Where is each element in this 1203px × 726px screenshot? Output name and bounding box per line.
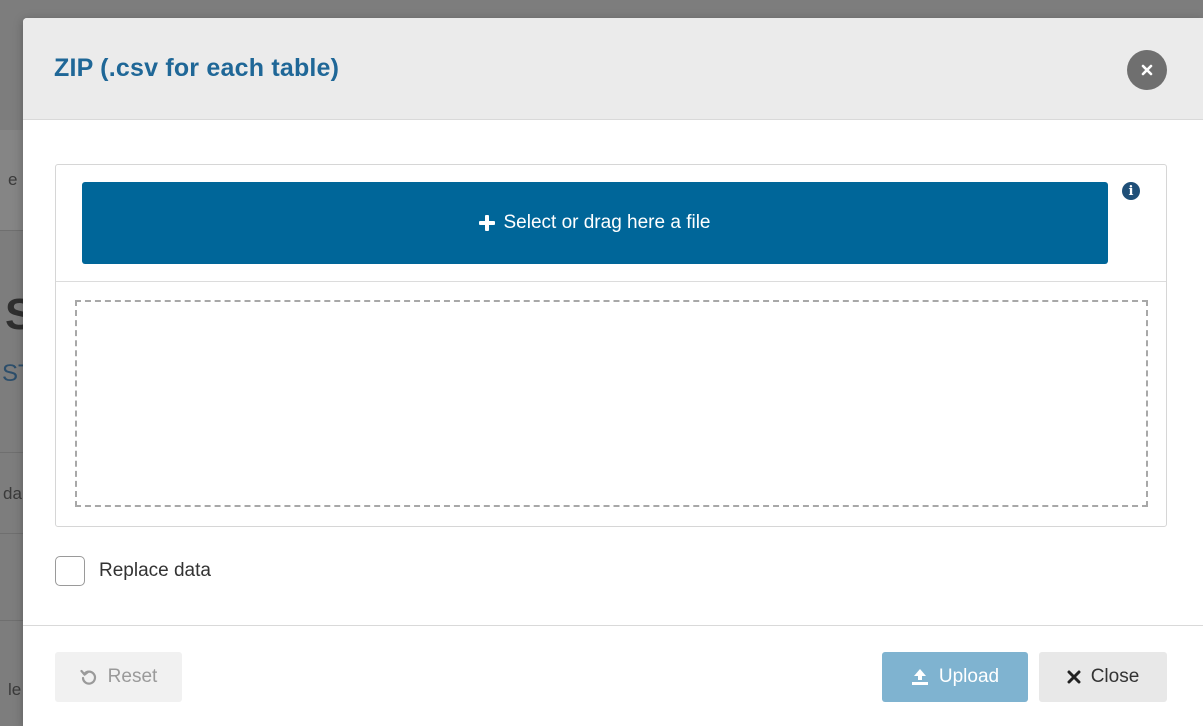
close-button[interactable]: Close	[1039, 652, 1167, 702]
replace-data-checkbox[interactable]	[55, 556, 85, 586]
undo-icon	[80, 668, 98, 686]
background-subheading: ST	[2, 360, 23, 387]
background-text: da	[3, 484, 22, 503]
modal-footer: Reset Upload Close	[23, 625, 1203, 726]
background-text: le	[8, 680, 22, 699]
info-icon[interactable]: i	[1122, 182, 1140, 200]
replace-data-option: Replace data	[55, 556, 211, 586]
reset-label: Reset	[107, 666, 158, 687]
modal-header: ZIP (.csv for each table)	[23, 18, 1203, 120]
plus-icon	[479, 215, 496, 231]
upload-icon	[911, 668, 929, 686]
background-divider	[0, 452, 24, 453]
file-drop-zone[interactable]	[75, 300, 1148, 507]
upload-button[interactable]: Upload	[882, 652, 1028, 702]
reset-button[interactable]: Reset	[55, 652, 182, 702]
file-upload-panel: Select or drag here a file i	[55, 164, 1167, 527]
close-x-glyph	[1141, 64, 1153, 76]
replace-data-label[interactable]: Replace data	[99, 560, 211, 582]
times-icon	[1067, 670, 1081, 684]
modal-body: Select or drag here a file i Replace dat…	[23, 120, 1203, 625]
background-divider	[0, 230, 24, 231]
select-file-button[interactable]: Select or drag here a file	[82, 182, 1108, 264]
panel-divider	[56, 281, 1166, 282]
upload-modal: ZIP (.csv for each table) Select or drag…	[23, 18, 1203, 726]
background-divider	[0, 620, 24, 621]
select-file-label: Select or drag here a file	[503, 212, 711, 233]
background-text: e	[8, 170, 18, 189]
background-heading: S	[5, 290, 23, 339]
modal-title: ZIP (.csv for each table)	[54, 54, 340, 82]
close-circle-icon[interactable]	[1127, 50, 1167, 90]
upload-label: Upload	[938, 666, 1000, 687]
background-divider	[0, 533, 24, 534]
close-label: Close	[1090, 666, 1140, 687]
